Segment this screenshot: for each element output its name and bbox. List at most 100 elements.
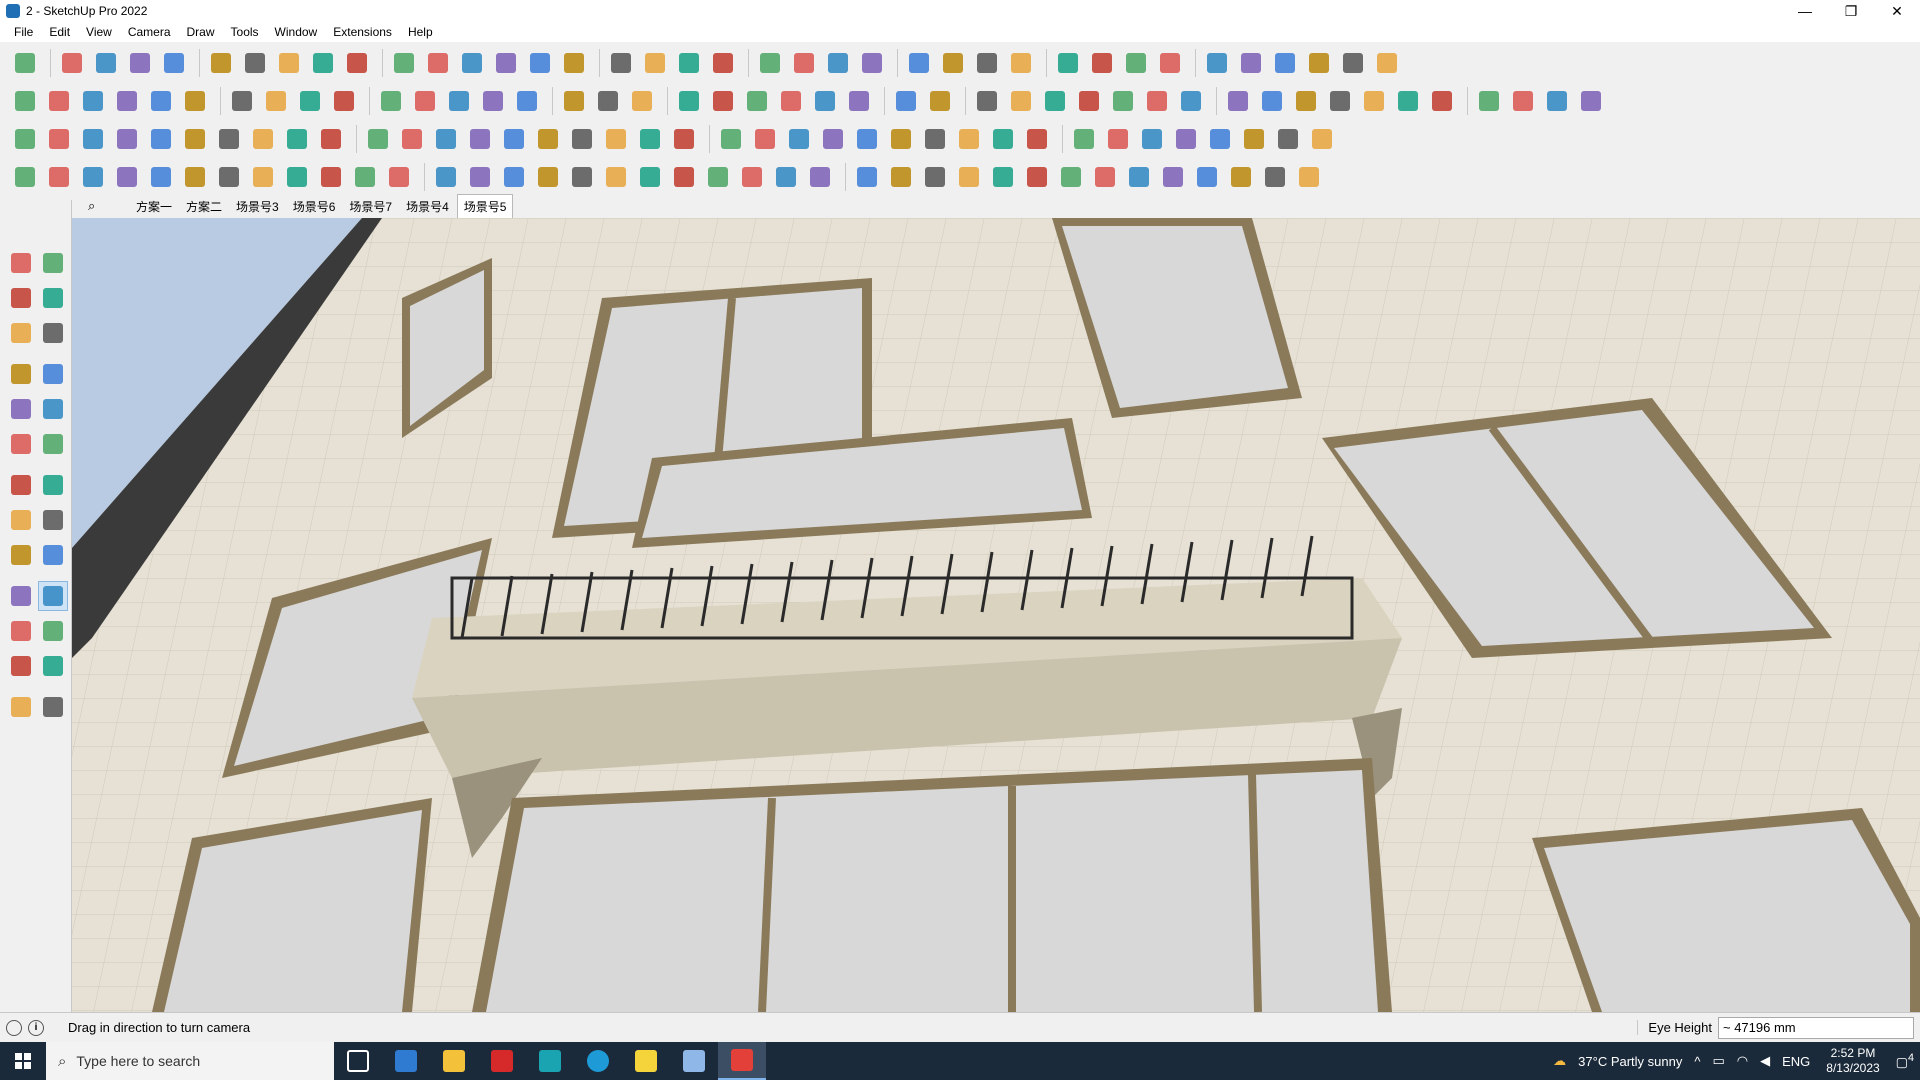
toolbar-tool-button[interactable] <box>376 86 406 116</box>
scene-tab[interactable]: 场景号3 <box>230 195 285 218</box>
toolbar-tool-button[interactable] <box>444 86 474 116</box>
toolbar-tool-button[interactable] <box>1294 162 1324 192</box>
toolbar-tool-button[interactable] <box>1359 86 1389 116</box>
large-tool-button[interactable] <box>38 394 68 424</box>
toolbar-tool-button[interactable] <box>857 48 887 78</box>
toolbar-tool-button[interactable] <box>10 86 40 116</box>
menu-window[interactable]: Window <box>267 22 326 42</box>
toolbar-tool-button[interactable] <box>1372 48 1402 78</box>
large-tool-button[interactable] <box>6 359 36 389</box>
scene-tab[interactable]: 场景号6 <box>287 195 342 218</box>
toolbar-tool-button[interactable] <box>669 124 699 154</box>
toolbar-tool-button[interactable] <box>1236 48 1266 78</box>
toolbar-tool-button[interactable] <box>1226 162 1256 192</box>
toolbar-tool-button[interactable] <box>350 162 380 192</box>
toolbar-tool-button[interactable] <box>972 48 1002 78</box>
weather-icon[interactable]: ☁ <box>1553 1053 1566 1069</box>
toolbar-tool-button[interactable] <box>1090 162 1120 192</box>
toolbar-tool-button[interactable] <box>295 86 325 116</box>
toolbar-tool-button[interactable] <box>755 48 785 78</box>
toolbar-tool-button[interactable] <box>431 162 461 192</box>
scene-search-icon[interactable]: ⌕ <box>88 198 110 218</box>
toolbar-tool-button[interactable] <box>206 48 236 78</box>
toolbar-tool-button[interactable] <box>465 124 495 154</box>
menu-file[interactable]: File <box>6 22 41 42</box>
large-tool-button[interactable] <box>38 692 68 722</box>
toolbar-tool-button[interactable] <box>852 124 882 154</box>
scene-tab[interactable]: 场景号4 <box>400 195 455 218</box>
toolbar-tool-button[interactable] <box>491 48 521 78</box>
network-icon[interactable]: ▭ <box>1712 1053 1724 1069</box>
large-tool-button[interactable] <box>6 394 36 424</box>
scene-tab[interactable]: 场景号7 <box>343 195 398 218</box>
toolbar-tool-button[interactable] <box>601 162 631 192</box>
toolbar-tool-button[interactable] <box>559 48 589 78</box>
toolbar-tool-button[interactable] <box>274 48 304 78</box>
toolbar-tool-button[interactable] <box>635 162 665 192</box>
toolbar-tool-button[interactable] <box>886 162 916 192</box>
toolbar-tool-button[interactable] <box>567 162 597 192</box>
menu-view[interactable]: View <box>78 22 120 42</box>
toolbar-tool-button[interactable] <box>146 162 176 192</box>
notification-icon[interactable]: ▢4 <box>1896 1052 1914 1070</box>
taskbar-app-acrobat[interactable] <box>478 1042 526 1080</box>
large-tool-button[interactable] <box>6 470 36 500</box>
large-tool-button[interactable] <box>38 429 68 459</box>
toolbar-tool-button[interactable] <box>240 48 270 78</box>
toolbar-tool-button[interactable] <box>146 86 176 116</box>
toolbar-tool-button[interactable] <box>457 48 487 78</box>
toolbar-tool-button[interactable] <box>261 86 291 116</box>
toolbar-tool-button[interactable] <box>1176 86 1206 116</box>
toolbar-tool-button[interactable] <box>329 86 359 116</box>
toolbar-tool-button[interactable] <box>1223 86 1253 116</box>
maximize-button[interactable]: ❐ <box>1828 0 1874 22</box>
toolbar-tool-button[interactable] <box>954 162 984 192</box>
toolbar-tool-button[interactable] <box>742 86 772 116</box>
taskbar-app-file-explorer[interactable] <box>430 1042 478 1080</box>
toolbar-tool-button[interactable] <box>248 124 278 154</box>
toolbar-tool-button[interactable] <box>112 162 142 192</box>
toolbar-tool-button[interactable] <box>146 124 176 154</box>
toolbar-tool-button[interactable] <box>44 86 74 116</box>
large-tool-button[interactable] <box>6 318 36 348</box>
geo-location-icon[interactable] <box>6 1019 22 1036</box>
large-tool-button[interactable] <box>6 429 36 459</box>
toolbar-tool-button[interactable] <box>627 86 657 116</box>
toolbar-tool-button[interactable] <box>1137 124 1167 154</box>
toolbar-tool-button[interactable] <box>789 48 819 78</box>
toolbar-tool-button[interactable] <box>423 48 453 78</box>
toolbar-tool-button[interactable] <box>805 162 835 192</box>
toolbar-tool-button[interactable] <box>567 124 597 154</box>
toolbar-tool-button[interactable] <box>1022 162 1052 192</box>
scene-tab[interactable]: 方案二 <box>180 195 228 218</box>
toolbar-tool-button[interactable] <box>1273 124 1303 154</box>
toolbar-tool-button[interactable] <box>1053 48 1083 78</box>
toolbar-tool-button[interactable] <box>1257 86 1287 116</box>
toolbar-tool-button[interactable] <box>1142 86 1172 116</box>
toolbar-tool-button[interactable] <box>852 162 882 192</box>
toolbar-tool-button[interactable] <box>1260 162 1290 192</box>
toolbar-tool-button[interactable] <box>1393 86 1423 116</box>
taskbar-app-3dsmax[interactable] <box>526 1042 574 1080</box>
toolbar-tool-button[interactable] <box>635 124 665 154</box>
toolbar-tool-button[interactable] <box>708 86 738 116</box>
menu-draw[interactable]: Draw <box>179 22 223 42</box>
toolbar-tool-button[interactable] <box>125 48 155 78</box>
toolbar-tool-button[interactable] <box>1040 86 1070 116</box>
toolbar-tool-button[interactable] <box>988 162 1018 192</box>
model-viewport[interactable] <box>72 218 1920 1012</box>
scene-tab-active[interactable]: 场景号5 <box>456 194 514 218</box>
toolbar-tool-button[interactable] <box>316 162 346 192</box>
toolbar-tool-button[interactable] <box>844 86 874 116</box>
large-tool-button[interactable] <box>6 616 36 646</box>
toolbar-tool-button[interactable] <box>282 162 312 192</box>
toolbar-tool-button[interactable] <box>593 86 623 116</box>
toolbar-tool-button[interactable] <box>533 124 563 154</box>
toolbar-tool-button[interactable] <box>891 86 921 116</box>
toolbar-tool-button[interactable] <box>78 86 108 116</box>
toolbar-tool-button[interactable] <box>1056 162 1086 192</box>
toolbar-tool-button[interactable] <box>159 48 189 78</box>
toolbar-tool-button[interactable] <box>1103 124 1133 154</box>
toolbar-tool-button[interactable] <box>1576 86 1606 116</box>
taskbar-app-edge[interactable] <box>574 1042 622 1080</box>
